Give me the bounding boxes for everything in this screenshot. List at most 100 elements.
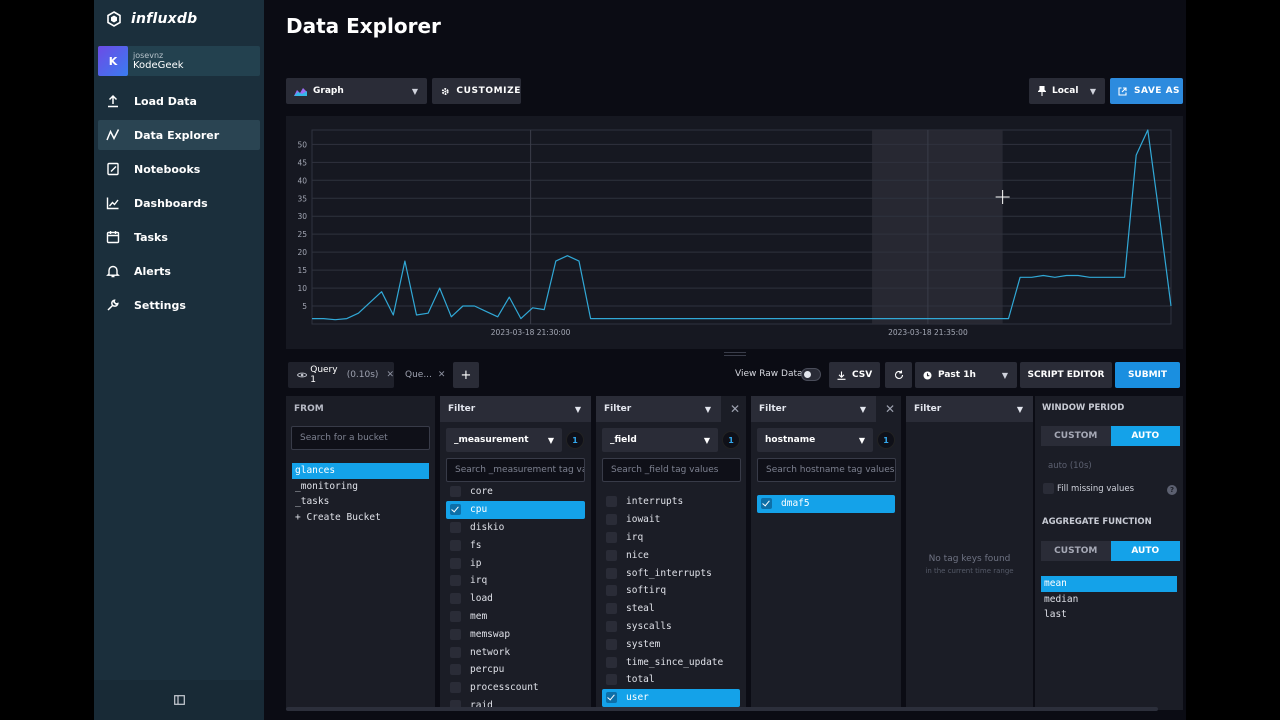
- tag-value-row[interactable]: user: [602, 688, 740, 707]
- remove-filter-icon[interactable]: ✕: [730, 402, 740, 416]
- checkbox[interactable]: [450, 664, 461, 676]
- tag-value-row[interactable]: irq: [446, 572, 585, 590]
- script-editor-button[interactable]: SCRIPT EDITOR: [1020, 362, 1112, 388]
- filter-function-dropdown[interactable]: Filter ▼: [440, 396, 591, 422]
- user-card[interactable]: K josevnz KodeGeek: [98, 46, 260, 76]
- checkbox[interactable]: [450, 575, 461, 587]
- line-chart[interactable]: 5 10 15 20 25 30 35 40 45 50 2023-03-18 21:30:00 20…: [286, 116, 1183, 349]
- tag-value-row[interactable]: diskio: [446, 519, 585, 537]
- nav-item-dashboards[interactable]: Dashboards: [98, 188, 260, 218]
- measurement-search-input[interactable]: Search _measurement tag va: [446, 458, 585, 482]
- tag-value-row[interactable]: total: [602, 671, 740, 689]
- tag-value-row[interactable]: processcount: [446, 679, 585, 697]
- visualization-type-dropdown[interactable]: Graph ▼: [286, 78, 427, 104]
- submit-button[interactable]: SUBMIT: [1115, 362, 1180, 388]
- checkbox[interactable]: [761, 498, 772, 510]
- tag-value-row[interactable]: fs: [446, 536, 585, 554]
- tag-key-dropdown[interactable]: _measurement ▼: [446, 428, 562, 452]
- checkbox[interactable]: [450, 504, 461, 516]
- checkbox[interactable]: [606, 531, 617, 543]
- tag-value-row[interactable]: memswap: [446, 625, 585, 643]
- nav-item-settings[interactable]: Settings: [98, 290, 260, 320]
- tag-value-row[interactable]: system: [602, 635, 740, 653]
- window-custom-option[interactable]: CUSTOM: [1041, 426, 1111, 446]
- close-icon[interactable]: ✕: [386, 370, 394, 380]
- checkbox[interactable]: [450, 610, 461, 622]
- checkbox[interactable]: [606, 656, 617, 668]
- window-auto-option[interactable]: AUTO: [1110, 426, 1180, 446]
- tag-value-row[interactable]: load: [446, 590, 585, 608]
- checkbox[interactable]: [606, 567, 617, 579]
- filter-function-dropdown[interactable]: Filter ▼: [751, 396, 876, 422]
- function-item[interactable]: median: [1041, 592, 1177, 608]
- tag-value-row[interactable]: ip: [446, 554, 585, 572]
- checkbox[interactable]: [450, 682, 461, 694]
- checkbox[interactable]: [606, 638, 617, 650]
- tag-value-row[interactable]: percpu: [446, 661, 585, 679]
- checkbox[interactable]: [606, 585, 617, 597]
- help-icon[interactable]: ?: [1167, 485, 1177, 495]
- brand[interactable]: influxdb: [106, 8, 197, 30]
- tag-key-dropdown[interactable]: hostname ▼: [757, 428, 873, 452]
- tag-key-dropdown[interactable]: _field ▼: [602, 428, 718, 452]
- bucket-search-input[interactable]: Search for a bucket: [291, 426, 430, 450]
- collapse-sidebar-button[interactable]: [94, 680, 264, 720]
- remove-filter-icon[interactable]: ✕: [885, 402, 895, 416]
- nav-item-tasks[interactable]: Tasks: [98, 222, 260, 252]
- checkbox[interactable]: [450, 557, 461, 569]
- csv-download-button[interactable]: CSV: [829, 362, 880, 388]
- nav-item-notebooks[interactable]: Notebooks: [98, 154, 260, 184]
- tag-value-row[interactable]: iowait: [602, 511, 740, 529]
- tag-value-row[interactable]: steal: [602, 600, 740, 618]
- resize-handle[interactable]: [724, 352, 746, 356]
- customize-button[interactable]: CUSTOMIZE: [432, 78, 521, 104]
- tag-value-row[interactable]: core: [446, 483, 585, 501]
- view-raw-data-toggle[interactable]: [801, 368, 821, 381]
- function-item[interactable]: last: [1041, 607, 1177, 623]
- tag-value-row[interactable]: softirq: [602, 582, 740, 600]
- fill-missing-checkbox[interactable]: Fill missing values: [1043, 483, 1134, 494]
- checkbox[interactable]: [606, 603, 617, 615]
- eye-icon[interactable]: [297, 371, 308, 379]
- hostname-search-input[interactable]: Search hostname tag values: [757, 458, 896, 482]
- time-range-dropdown[interactable]: Past 1h ▼: [915, 362, 1017, 388]
- query-tab-2[interactable]: Que... ✕: [399, 362, 447, 388]
- nav-item-alerts[interactable]: Alerts: [98, 256, 260, 286]
- checkbox[interactable]: [606, 496, 617, 508]
- checkbox[interactable]: [606, 514, 617, 526]
- aggregate-custom-option[interactable]: CUSTOM: [1041, 541, 1111, 561]
- checkbox[interactable]: [450, 539, 461, 551]
- tag-value-row[interactable]: irq: [602, 529, 740, 547]
- checkbox[interactable]: [1043, 483, 1054, 494]
- bucket-item[interactable]: _monitoring: [292, 479, 429, 495]
- checkbox[interactable]: [450, 646, 461, 658]
- nav-item-load-data[interactable]: Load Data: [98, 86, 260, 116]
- tag-value-row[interactable]: dmaf5: [757, 495, 895, 513]
- graph-panel[interactable]: 5 10 15 20 25 30 35 40 45 50 2023-03-18 21:30:00 20…: [286, 116, 1183, 349]
- close-icon[interactable]: ✕: [438, 370, 446, 380]
- tag-value-row[interactable]: cpu: [446, 500, 585, 519]
- checkbox[interactable]: [606, 674, 617, 686]
- filter-function-dropdown[interactable]: Filter ▼: [596, 396, 721, 422]
- horizontal-scrollbar[interactable]: [286, 707, 1158, 711]
- checkbox[interactable]: [606, 620, 617, 632]
- tag-value-row[interactable]: mem: [446, 608, 585, 626]
- tag-value-row[interactable]: syscalls: [602, 618, 740, 636]
- tag-value-row[interactable]: nice: [602, 546, 740, 564]
- nav-item-data-explorer[interactable]: Data Explorer: [98, 120, 260, 150]
- timezone-dropdown[interactable]: Local ▼: [1029, 78, 1105, 104]
- tag-value-row[interactable]: time_since_update: [602, 653, 740, 671]
- function-item[interactable]: mean: [1041, 576, 1177, 592]
- checkbox[interactable]: [606, 549, 617, 561]
- tag-value-row[interactable]: interrupts: [602, 493, 740, 511]
- checkbox[interactable]: [606, 692, 617, 704]
- aggregate-auto-option[interactable]: AUTO: [1110, 541, 1180, 561]
- checkbox[interactable]: [450, 628, 461, 640]
- create-bucket-item[interactable]: + Create Bucket: [292, 510, 429, 526]
- checkbox[interactable]: [450, 593, 461, 605]
- add-query-button[interactable]: +: [453, 362, 479, 388]
- checkbox[interactable]: [450, 521, 461, 533]
- field-search-input[interactable]: Search _field tag values: [602, 458, 741, 482]
- tag-value-row[interactable]: network: [446, 643, 585, 661]
- refresh-button[interactable]: [885, 362, 912, 388]
